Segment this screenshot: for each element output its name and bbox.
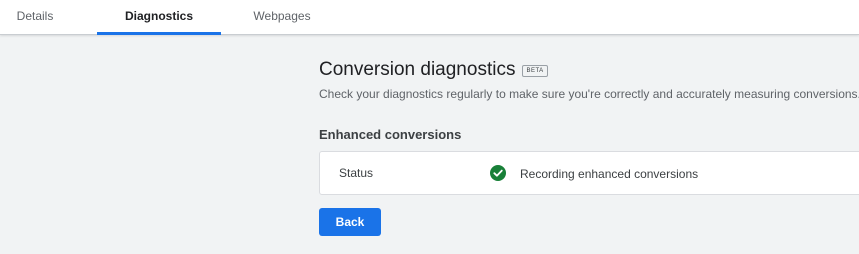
check-circle-icon — [490, 165, 506, 181]
title-row: Conversion diagnostics BETA — [319, 59, 548, 81]
status-value: Recording enhanced conversions — [520, 167, 699, 181]
back-button[interactable]: Back — [319, 208, 381, 236]
beta-badge: BETA — [522, 65, 548, 77]
tab-diagnostics[interactable]: Diagnostics — [97, 0, 221, 35]
section-heading-enhanced-conversions: Enhanced conversions — [319, 127, 462, 142]
tab-details[interactable]: Details — [0, 0, 70, 34]
page-title: Conversion diagnostics — [319, 59, 516, 80]
page-subtitle: Check your diagnostics regularly to make… — [319, 87, 859, 101]
tab-webpages[interactable]: Webpages — [221, 0, 343, 34]
status-label: Status — [339, 166, 374, 180]
status-card: Status Recording enhanced conversions — [319, 151, 859, 195]
tab-bar: Details Diagnostics Webpages — [0, 0, 859, 35]
